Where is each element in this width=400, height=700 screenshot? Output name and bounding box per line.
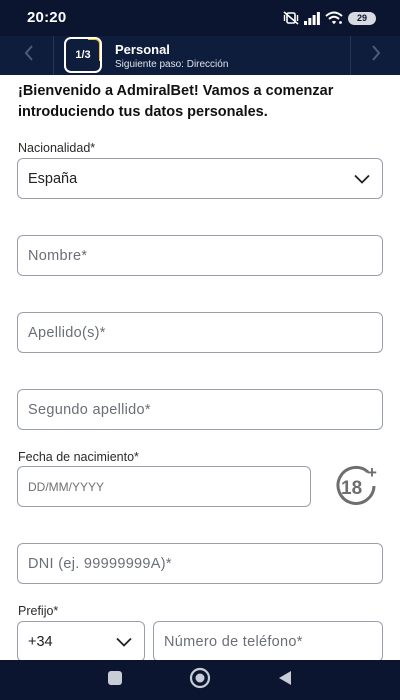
nationality-select[interactable]: España — [17, 158, 383, 199]
recents-button[interactable] — [85, 660, 145, 700]
status-icons: 29 — [283, 10, 376, 26]
welcome-text: ¡Bienvenido a AdmiralBet! Vamos a comenz… — [18, 83, 334, 120]
nationality-value: España — [28, 170, 78, 187]
chevron-left-icon — [24, 45, 34, 66]
home-button[interactable] — [170, 660, 230, 700]
next-step-button[interactable] — [350, 36, 400, 75]
next-step-label: Siguiente paso: Dirección — [115, 59, 229, 70]
first-name-placeholder: Nombre* — [28, 247, 88, 264]
phone-number-placeholder: Número de teléfono* — [164, 633, 303, 650]
first-name-input[interactable]: Nombre* — [17, 235, 383, 276]
phone-number-input[interactable]: Número de teléfono* — [153, 621, 383, 662]
age-18-plus-icon: 18 + — [330, 463, 384, 506]
mute-vibrate-icon — [283, 11, 299, 25]
second-last-name-input[interactable]: Segundo apellido* — [17, 389, 383, 430]
birth-date-label: Fecha de nacimiento* — [18, 450, 139, 464]
last-name-placeholder: Apellido(s)* — [28, 324, 106, 341]
second-last-name-placeholder: Segundo apellido* — [28, 401, 151, 418]
age-badge-plus: + — [367, 464, 377, 482]
last-name-input[interactable]: Apellido(s)* — [17, 312, 383, 353]
home-icon — [189, 667, 211, 694]
status-bar: 20:20 29 — [0, 0, 400, 36]
chevron-down-icon — [354, 172, 370, 188]
step-title: Personal — [115, 42, 170, 57]
nationality-label: Nacionalidad* — [18, 141, 96, 155]
birth-date-placeholder: DD/MM/YYYY — [28, 479, 105, 494]
step-header: 1/3 Personal Siguiente paso: Dirección — [0, 36, 400, 75]
chevron-right-icon — [371, 45, 381, 66]
phone-prefix-select[interactable]: +34 — [17, 621, 145, 662]
back-icon — [277, 670, 293, 691]
battery-icon: 29 — [348, 11, 376, 25]
chevron-down-icon — [116, 635, 132, 651]
dni-placeholder: DNI (ej. 99999999A)* — [28, 555, 172, 572]
signal-icon — [304, 11, 320, 25]
step-indicator: 1/3 — [75, 49, 91, 61]
birth-date-input[interactable]: DD/MM/YYYY — [17, 466, 311, 507]
wifi-icon — [325, 11, 343, 25]
step-progress-badge: 1/3 — [64, 37, 102, 73]
back-button[interactable] — [255, 660, 315, 700]
previous-step-button[interactable] — [4, 36, 54, 75]
age-badge-text: 18 — [341, 478, 362, 499]
prefix-label: Prefijo* — [18, 604, 59, 618]
status-time: 20:20 — [27, 9, 67, 26]
recents-icon — [107, 670, 123, 691]
dni-input[interactable]: DNI (ej. 99999999A)* — [17, 543, 383, 584]
phone-prefix-value: +34 — [28, 633, 53, 650]
system-navigation-bar — [0, 660, 400, 700]
